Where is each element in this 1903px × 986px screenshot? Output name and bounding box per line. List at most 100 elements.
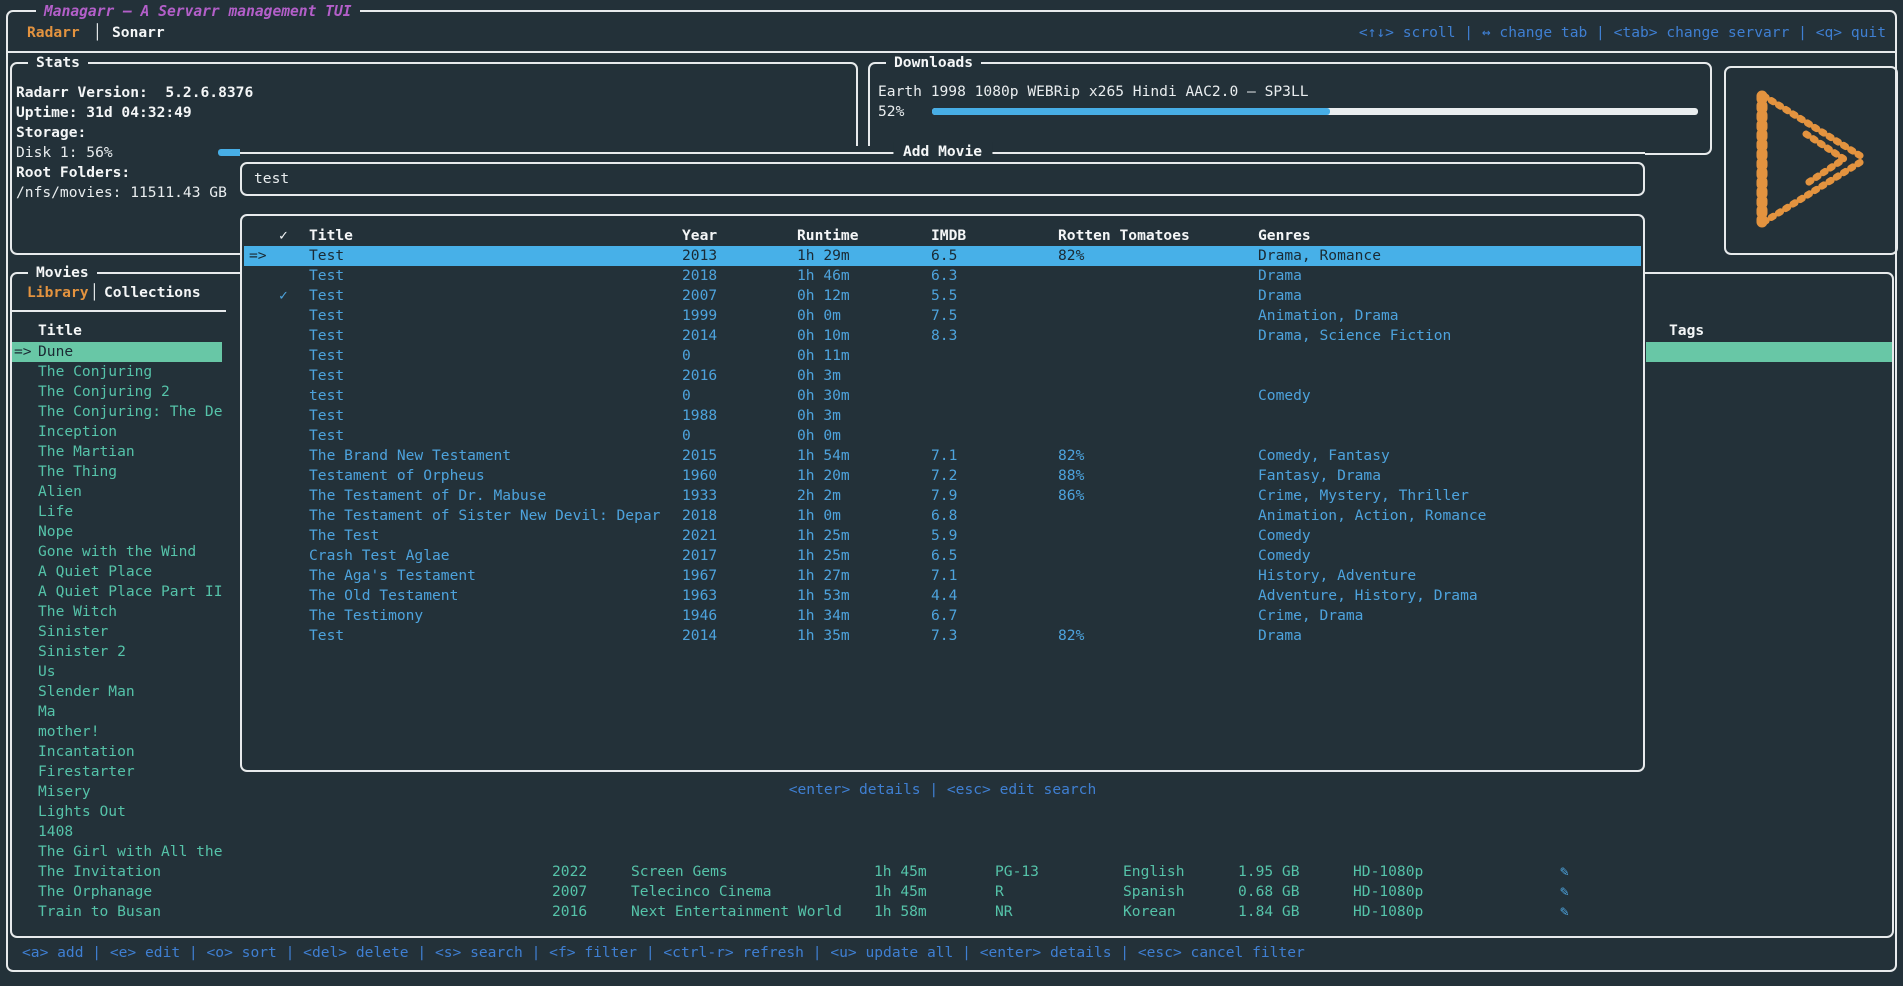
result-cell-year: 2021 [682,526,717,546]
movie-list-item[interactable]: Sinister 2 [12,642,222,662]
result-cell-title: The Testament of Sister New Devil: Depar [309,506,660,526]
add-movie-search-box[interactable] [240,162,1645,196]
result-cell-runtime: 1h 54m [797,446,850,466]
movie-list-item[interactable]: Alien [12,482,222,502]
add-movie-result-row[interactable]: The Aga's Testament19671h 27m7.1History,… [244,566,1641,586]
add-movie-result-row[interactable]: Test20181h 46m6.3Drama [244,266,1641,286]
result-cell-runtime: 0h 12m [797,286,850,306]
movie-list-item[interactable]: =>Dune [12,342,222,362]
movies-tab-separator: │ [90,283,99,303]
movies-panel-title: Movies [28,263,97,283]
result-cell-year: 1946 [682,606,717,626]
add-movie-result-row[interactable]: =>Test20131h 29m6.582%Drama, Romance [244,246,1641,266]
add-movie-result-row[interactable]: Testament of Orpheus19601h 20m7.288%Fant… [244,466,1641,486]
library-cell-size: 1.95 GB [1238,862,1300,882]
stat-disk-label: Disk 1: 56% [16,143,113,163]
result-cell-runtime: 0h 0m [797,426,841,446]
movie-list-item[interactable]: Life [12,502,222,522]
add-movie-result-row[interactable]: Test20140h 10m8.3Drama, Science Fiction [244,326,1641,346]
result-cell-year: 2007 [682,286,717,306]
add-movie-result-row[interactable]: ✓Test20070h 12m5.5Drama [244,286,1641,306]
library-cell-quality: HD-1080p [1353,862,1423,882]
result-cell-rotten_tomatoes: 82% [1058,626,1084,646]
add-movie-result-row[interactable]: The Test20211h 25m5.9Comedy [244,526,1641,546]
movie-list-item[interactable]: 1408 [12,822,222,842]
movie-list-item[interactable]: Firestarter [12,762,222,782]
tab-collections[interactable]: Collections [104,283,201,303]
add-movie-search-input[interactable] [252,168,856,190]
add-movie-result-row[interactable]: Test00h 11m [244,346,1641,366]
movie-title: Firestarter [38,762,135,782]
library-row-details[interactable]: 2007Telecinco Cinema1h 45mRSpanish0.68 G… [0,882,1903,902]
library-row-details[interactable]: 2022Screen Gems1h 45mPG-13English1.95 GB… [0,862,1903,882]
add-movie-help: <enter> details | <esc> edit search [789,780,1097,800]
add-movie-result-row[interactable]: test00h 30mComedy [244,386,1641,406]
edit-icon[interactable]: ✎ [1560,882,1569,902]
movie-list-item[interactable]: Misery [12,782,222,802]
edit-icon[interactable]: ✎ [1560,862,1569,882]
result-cell-title: The Aga's Testament [309,566,476,586]
stat-root-folders-label: Root Folders: [16,163,130,183]
movie-list-item[interactable]: Incantation [12,742,222,762]
result-cell-imdb: 7.9 [931,486,957,506]
movie-list-item[interactable]: Sinister [12,622,222,642]
movie-list-item[interactable]: Nope [12,522,222,542]
movie-list-item[interactable]: A Quiet Place Part II [12,582,222,602]
result-cell-title: Test [309,626,344,646]
bottom-help-bar: <a> add | <e> edit | <o> sort | <del> de… [22,943,1305,963]
result-cell-genres: Drama, Romance [1258,246,1381,266]
movie-list-item[interactable]: mother! [12,722,222,742]
result-cell-title: Test [309,406,344,426]
add-movie-result-row[interactable]: The Brand New Testament20151h 54m7.182%C… [244,446,1641,466]
popup-title: Add Movie [893,142,992,162]
result-cell-genres: Comedy [1258,386,1311,406]
result-cell-year: 1999 [682,306,717,326]
add-movie-result-row[interactable]: Test19990h 0m7.5Animation, Drama [244,306,1641,326]
movie-list-item[interactable]: Gone with the Wind [12,542,222,562]
result-cell-imdb: 4.4 [931,586,957,606]
add-movie-result-row[interactable]: The Testimony19461h 34m6.7Crime, Drama [244,606,1641,626]
movie-title: Sinister 2 [38,642,126,662]
movie-title: A Quiet Place Part II [38,582,223,602]
add-movie-result-row[interactable]: The Testament of Sister New Devil: Depar… [244,506,1641,526]
movie-list-item[interactable]: Inception [12,422,222,442]
results-column-header: ✓ [279,226,288,246]
result-cell-year: 0 [682,386,691,406]
movie-list-item[interactable]: The Witch [12,602,222,622]
edit-icon[interactable]: ✎ [1560,902,1569,922]
movie-title: Dune [38,342,73,362]
movie-list-item[interactable]: The Conjuring: The De [12,402,222,422]
result-cell-runtime: 1h 35m [797,626,850,646]
movie-list-item[interactable]: The Thing [12,462,222,482]
movie-list-item[interactable]: The Martian [12,442,222,462]
download-percent: 52% [878,102,904,122]
movie-list-item[interactable]: Ma [12,702,222,722]
result-cell-genres: Fantasy, Drama [1258,466,1381,486]
movie-list-item[interactable]: The Conjuring [12,362,222,382]
selected-row-prefix: => [249,246,267,266]
tab-radarr[interactable]: Radarr [27,23,80,43]
add-movie-result-row[interactable]: Test19880h 3m [244,406,1641,426]
add-movie-result-row[interactable]: Test20141h 35m7.382%Drama [244,626,1641,646]
result-cell-runtime: 1h 27m [797,566,850,586]
movie-list-item[interactable]: Lights Out [12,802,222,822]
tab-sonarr[interactable]: Sonarr [112,23,165,43]
tab-library[interactable]: Library [27,283,89,303]
result-cell-runtime: 1h 29m [797,246,850,266]
library-cell-runtime: 1h 45m [874,862,927,882]
result-cell-year: 2018 [682,266,717,286]
result-cell-title: Test [309,266,344,286]
library-row-details[interactable]: 2016Next Entertainment World1h 58mNRKore… [0,902,1903,922]
add-movie-result-row[interactable]: Test20160h 3m [244,366,1641,386]
add-movie-result-row[interactable]: The Old Testament19631h 53m4.4Adventure,… [244,586,1641,606]
add-movie-result-row[interactable]: Crash Test Aglae20171h 25m6.5Comedy [244,546,1641,566]
movie-list-item[interactable]: Us [12,662,222,682]
movie-list-item[interactable]: Slender Man [12,682,222,702]
library-cell-year: 2007 [552,882,587,902]
movie-list-item[interactable]: The Girl with All the [12,842,222,862]
movie-list-item[interactable]: The Conjuring 2 [12,382,222,402]
result-cell-year: 2014 [682,626,717,646]
movie-list-item[interactable]: A Quiet Place [12,562,222,582]
add-movie-result-row[interactable]: Test00h 0m [244,426,1641,446]
add-movie-result-row[interactable]: The Testament of Dr. Mabuse19332h 2m7.98… [244,486,1641,506]
